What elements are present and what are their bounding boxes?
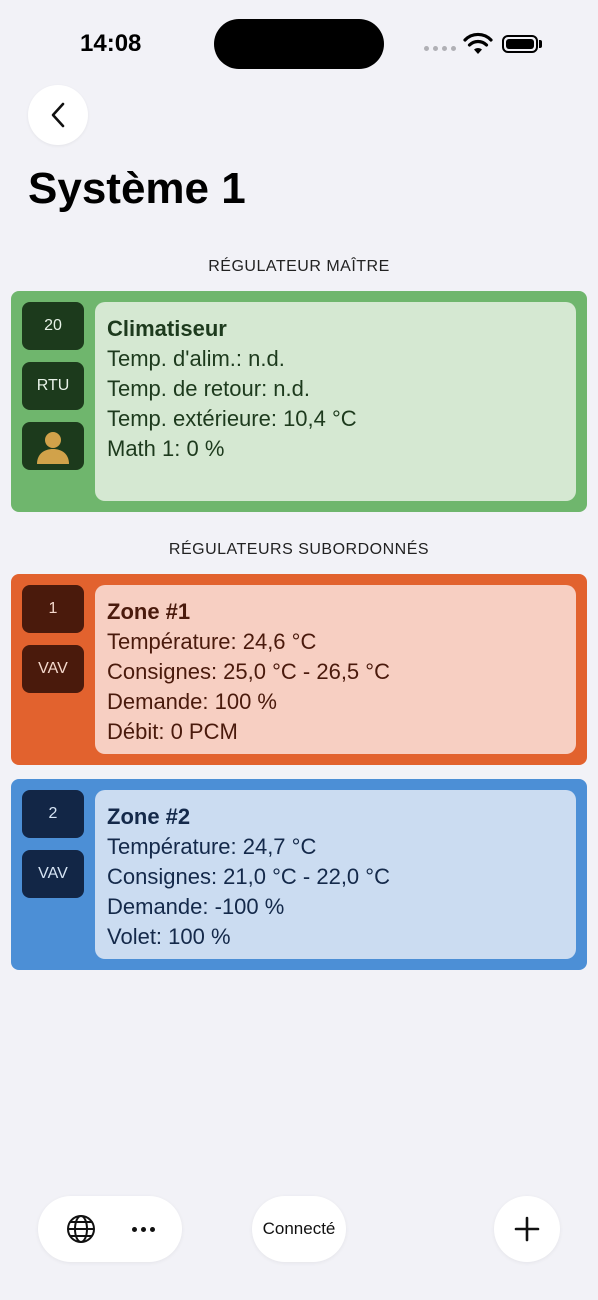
zone-card-2[interactable]: 2 VAV Zone #2 Température: 24,7 °C Consi… bbox=[11, 779, 587, 970]
card-body: Zone #1 Température: 24,6 °C Consignes: … bbox=[95, 585, 576, 754]
card-line: Temp. extérieure: 10,4 °C bbox=[107, 406, 357, 431]
more-icon[interactable] bbox=[131, 1226, 155, 1232]
type-badge: VAV bbox=[22, 645, 84, 693]
connection-status-label: Connecté bbox=[262, 1219, 336, 1238]
plus-icon bbox=[514, 1216, 540, 1242]
bottom-left-toolbar bbox=[38, 1196, 182, 1262]
card-line: Temp. d'alim.: n.d. bbox=[107, 346, 285, 371]
address-badge: 2 bbox=[22, 790, 84, 838]
person-icon bbox=[22, 422, 84, 470]
page-title: Système 1 bbox=[28, 164, 246, 213]
card-badges: 20 RTU bbox=[22, 302, 84, 482]
address-badge: 1 bbox=[22, 585, 84, 633]
battery-tip bbox=[539, 40, 542, 48]
card-line: Demande: 100 % bbox=[107, 689, 277, 714]
card-line: Température: 24,6 °C bbox=[107, 629, 317, 654]
section-header-subordinates: RÉGULATEURS SUBORDONNÉS bbox=[168, 541, 430, 558]
card-title: Climatiseur bbox=[107, 316, 227, 341]
card-line: Volet: 100 % bbox=[107, 924, 231, 949]
wifi-icon bbox=[463, 32, 493, 54]
chevron-left-icon bbox=[51, 102, 65, 128]
cellular-signal-icon bbox=[424, 46, 456, 51]
add-button[interactable] bbox=[494, 1196, 560, 1262]
status-time: 14:08 bbox=[80, 30, 142, 57]
dynamic-island bbox=[214, 19, 384, 69]
type-badge: RTU bbox=[22, 362, 84, 410]
card-body: Climatiseur Temp. d'alim.: n.d. Temp. de… bbox=[95, 302, 576, 501]
card-line: Temp. de retour: n.d. bbox=[107, 376, 310, 401]
battery-icon bbox=[502, 35, 538, 53]
card-line: Consignes: 25,0 °C - 26,5 °C bbox=[107, 659, 390, 684]
card-line: Demande: -100 % bbox=[107, 894, 285, 919]
card-body: Zone #2 Température: 24,7 °C Consignes: … bbox=[95, 790, 576, 959]
card-line: Consignes: 21,0 °C - 22,0 °C bbox=[107, 864, 390, 889]
address-badge: 20 bbox=[22, 302, 84, 350]
card-title: Zone #1 bbox=[107, 599, 191, 624]
card-line: Math 1: 0 % bbox=[107, 436, 225, 461]
card-line: Débit: 0 PCM bbox=[107, 719, 238, 744]
zone-card-1[interactable]: 1 VAV Zone #1 Température: 24,6 °C Consi… bbox=[11, 574, 587, 765]
master-controller-card[interactable]: 20 RTU Climatiseur Temp. d'alim.: n.d. T… bbox=[11, 291, 587, 512]
connection-status-button[interactable]: Connecté bbox=[252, 1196, 346, 1262]
back-button[interactable] bbox=[28, 85, 88, 145]
globe-icon[interactable] bbox=[65, 1213, 97, 1245]
type-badge: VAV bbox=[22, 850, 84, 898]
card-title: Zone #2 bbox=[107, 804, 191, 829]
section-header-master: RÉGULATEUR MAÎTRE bbox=[208, 258, 390, 275]
card-badges: 1 VAV bbox=[22, 585, 84, 705]
status-bar: 14:08 bbox=[0, 0, 598, 90]
card-badges: 2 VAV bbox=[22, 790, 84, 910]
card-line: Température: 24,7 °C bbox=[107, 834, 317, 859]
